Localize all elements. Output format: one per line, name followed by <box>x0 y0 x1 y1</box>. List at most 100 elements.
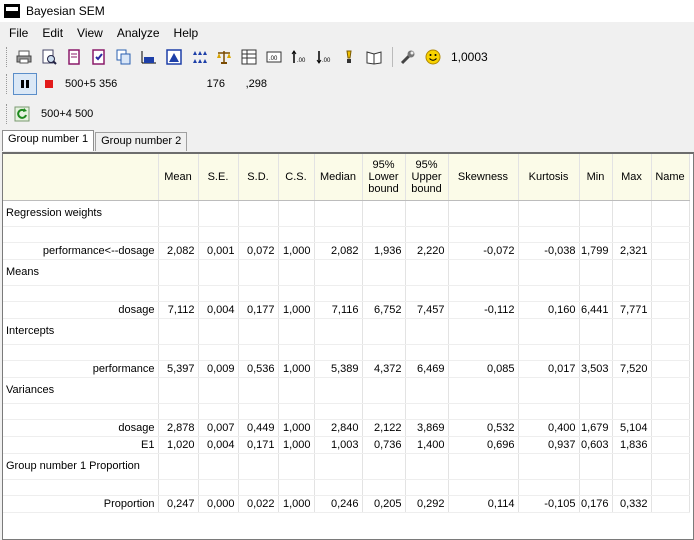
column-header-name[interactable]: Name <box>651 154 690 201</box>
pointer-help-icon[interactable] <box>338 46 360 68</box>
empty-cell <box>612 344 652 361</box>
value-cell-cs: 1,000 <box>278 495 315 513</box>
table-row[interactable]: performance 5,397 0,009 0,536 1,000 5,389 4,37… <box>3 360 690 378</box>
row-label: performance <box>3 360 159 378</box>
column-header-mean[interactable]: Mean <box>158 154 199 201</box>
bar-chart-icon[interactable] <box>138 46 160 68</box>
value-cell-cs: 1,000 <box>278 436 315 454</box>
row-label: performance<--dosage <box>3 242 159 260</box>
value-cell-sd: 0,177 <box>238 301 279 319</box>
copy-icon[interactable] <box>113 46 135 68</box>
empty-cell <box>278 453 315 480</box>
empty-cell <box>198 285 239 302</box>
svg-text:.00: .00 <box>297 58 306 64</box>
empty-cell <box>579 226 613 243</box>
value-cell-cs: 1,000 <box>278 360 315 378</box>
empty-cell <box>314 344 363 361</box>
empty-cell <box>518 344 580 361</box>
value-cell-lower-bound: 2,122 <box>362 419 406 437</box>
empty-cell <box>238 377 279 404</box>
empty-cell <box>612 318 652 345</box>
empty-cell <box>278 226 315 243</box>
empty-cell <box>579 259 613 286</box>
dots-icon[interactable] <box>188 46 210 68</box>
table-icon[interactable] <box>238 46 260 68</box>
value-cell-kurtosis: -0,105 <box>518 495 580 513</box>
empty-cell <box>158 453 199 480</box>
table-row[interactable]: dosage 7,112 0,004 0,177 1,000 7,116 6,752 7,45… <box>3 301 690 319</box>
pause-icon <box>21 80 29 88</box>
table-row[interactable]: E1 1,020 0,004 0,171 1,000 1,003 0,736 1,400 0,6… <box>3 436 690 454</box>
stop-button[interactable] <box>45 80 53 88</box>
empty-cell <box>314 479 363 496</box>
value-cell-lower-bound: 6,752 <box>362 301 406 319</box>
header-corner <box>3 154 159 201</box>
value-cell-kurtosis: 0,937 <box>518 436 580 454</box>
section-row: Variances <box>3 377 690 404</box>
section-row: Intercepts <box>3 318 690 345</box>
numeric-format-icon[interactable]: .00 <box>263 46 285 68</box>
balance-scale-icon[interactable] <box>213 46 235 68</box>
column-header-skewness[interactable]: Skewness <box>448 154 519 201</box>
column-header-upper-bound[interactable]: 95% Upper bound <box>405 154 449 201</box>
increase-decimals-icon[interactable]: .00 <box>288 46 310 68</box>
empty-cell <box>518 200 580 227</box>
column-header-sd[interactable]: S.D. <box>238 154 279 201</box>
value-cell-kurtosis: 0,160 <box>518 301 580 319</box>
empty-cell <box>448 259 519 286</box>
empty-cell <box>362 318 406 345</box>
table-row[interactable]: Proportion 0,247 0,000 0,022 1,000 0,246 0,205… <box>3 495 690 513</box>
table-row[interactable]: dosage 2,878 0,007 0,449 1,000 2,840 2,122 3,86… <box>3 419 690 437</box>
menu-view[interactable]: View <box>74 26 106 40</box>
column-header-min[interactable]: Min <box>579 154 613 201</box>
app-icon <box>4 4 20 18</box>
column-header-kurtosis[interactable]: Kurtosis <box>518 154 580 201</box>
book-icon[interactable] <box>363 46 385 68</box>
column-header-se[interactable]: S.E. <box>198 154 239 201</box>
column-header-median[interactable]: Median <box>314 154 363 201</box>
menu-help[interactable]: Help <box>171 26 202 40</box>
empty-cell <box>448 453 519 480</box>
value-cell-max: 7,520 <box>612 360 652 378</box>
empty-cell <box>579 403 613 420</box>
menu-edit[interactable]: Edit <box>39 26 66 40</box>
empty-cell <box>448 200 519 227</box>
value-cell-upper-bound: 6,469 <box>405 360 449 378</box>
empty-cell <box>518 403 580 420</box>
refresh-button[interactable] <box>13 105 31 123</box>
empty-cell <box>405 259 449 286</box>
value-cell-lower-bound: 1,936 <box>362 242 406 260</box>
empty-cell <box>278 479 315 496</box>
empty-cell <box>3 285 159 302</box>
document-icon[interactable] <box>63 46 85 68</box>
decrease-decimals-icon[interactable]: .00 <box>313 46 335 68</box>
empty-cell <box>238 318 279 345</box>
value-cell-min: 6,441 <box>579 301 613 319</box>
value-cell-skewness: 0,085 <box>448 360 519 378</box>
print-icon[interactable] <box>13 46 35 68</box>
section-title: Regression weights <box>3 200 159 227</box>
options-icon[interactable] <box>88 46 110 68</box>
tab-group-2[interactable]: Group number 2 <box>95 132 188 151</box>
column-header-lower-bound[interactable]: 95% Lower bound <box>362 154 406 201</box>
menu-analyze[interactable]: Analyze <box>114 26 163 40</box>
tab-group-1[interactable]: Group number 1 <box>2 130 95 151</box>
empty-cell <box>278 200 315 227</box>
empty-cell <box>518 377 580 404</box>
pause-button[interactable] <box>13 73 37 95</box>
column-header-cs[interactable]: C.S. <box>278 154 315 201</box>
wrench-icon[interactable] <box>397 46 419 68</box>
empty-cell <box>362 259 406 286</box>
empty-cell <box>405 479 449 496</box>
table-row[interactable]: performance<--dosage 2,082 0,001 0,072 1,000… <box>3 242 690 260</box>
empty-cell <box>314 318 363 345</box>
value-cell-skewness: 0,696 <box>448 436 519 454</box>
density-plot-icon[interactable] <box>163 46 185 68</box>
empty-cell <box>579 318 613 345</box>
menu-file[interactable]: File <box>6 26 31 40</box>
value-cell-sd: 0,449 <box>238 419 279 437</box>
empty-cell <box>3 344 159 361</box>
print-preview-icon[interactable] <box>38 46 60 68</box>
column-header-max[interactable]: Max <box>612 154 652 201</box>
empty-cell <box>362 226 406 243</box>
